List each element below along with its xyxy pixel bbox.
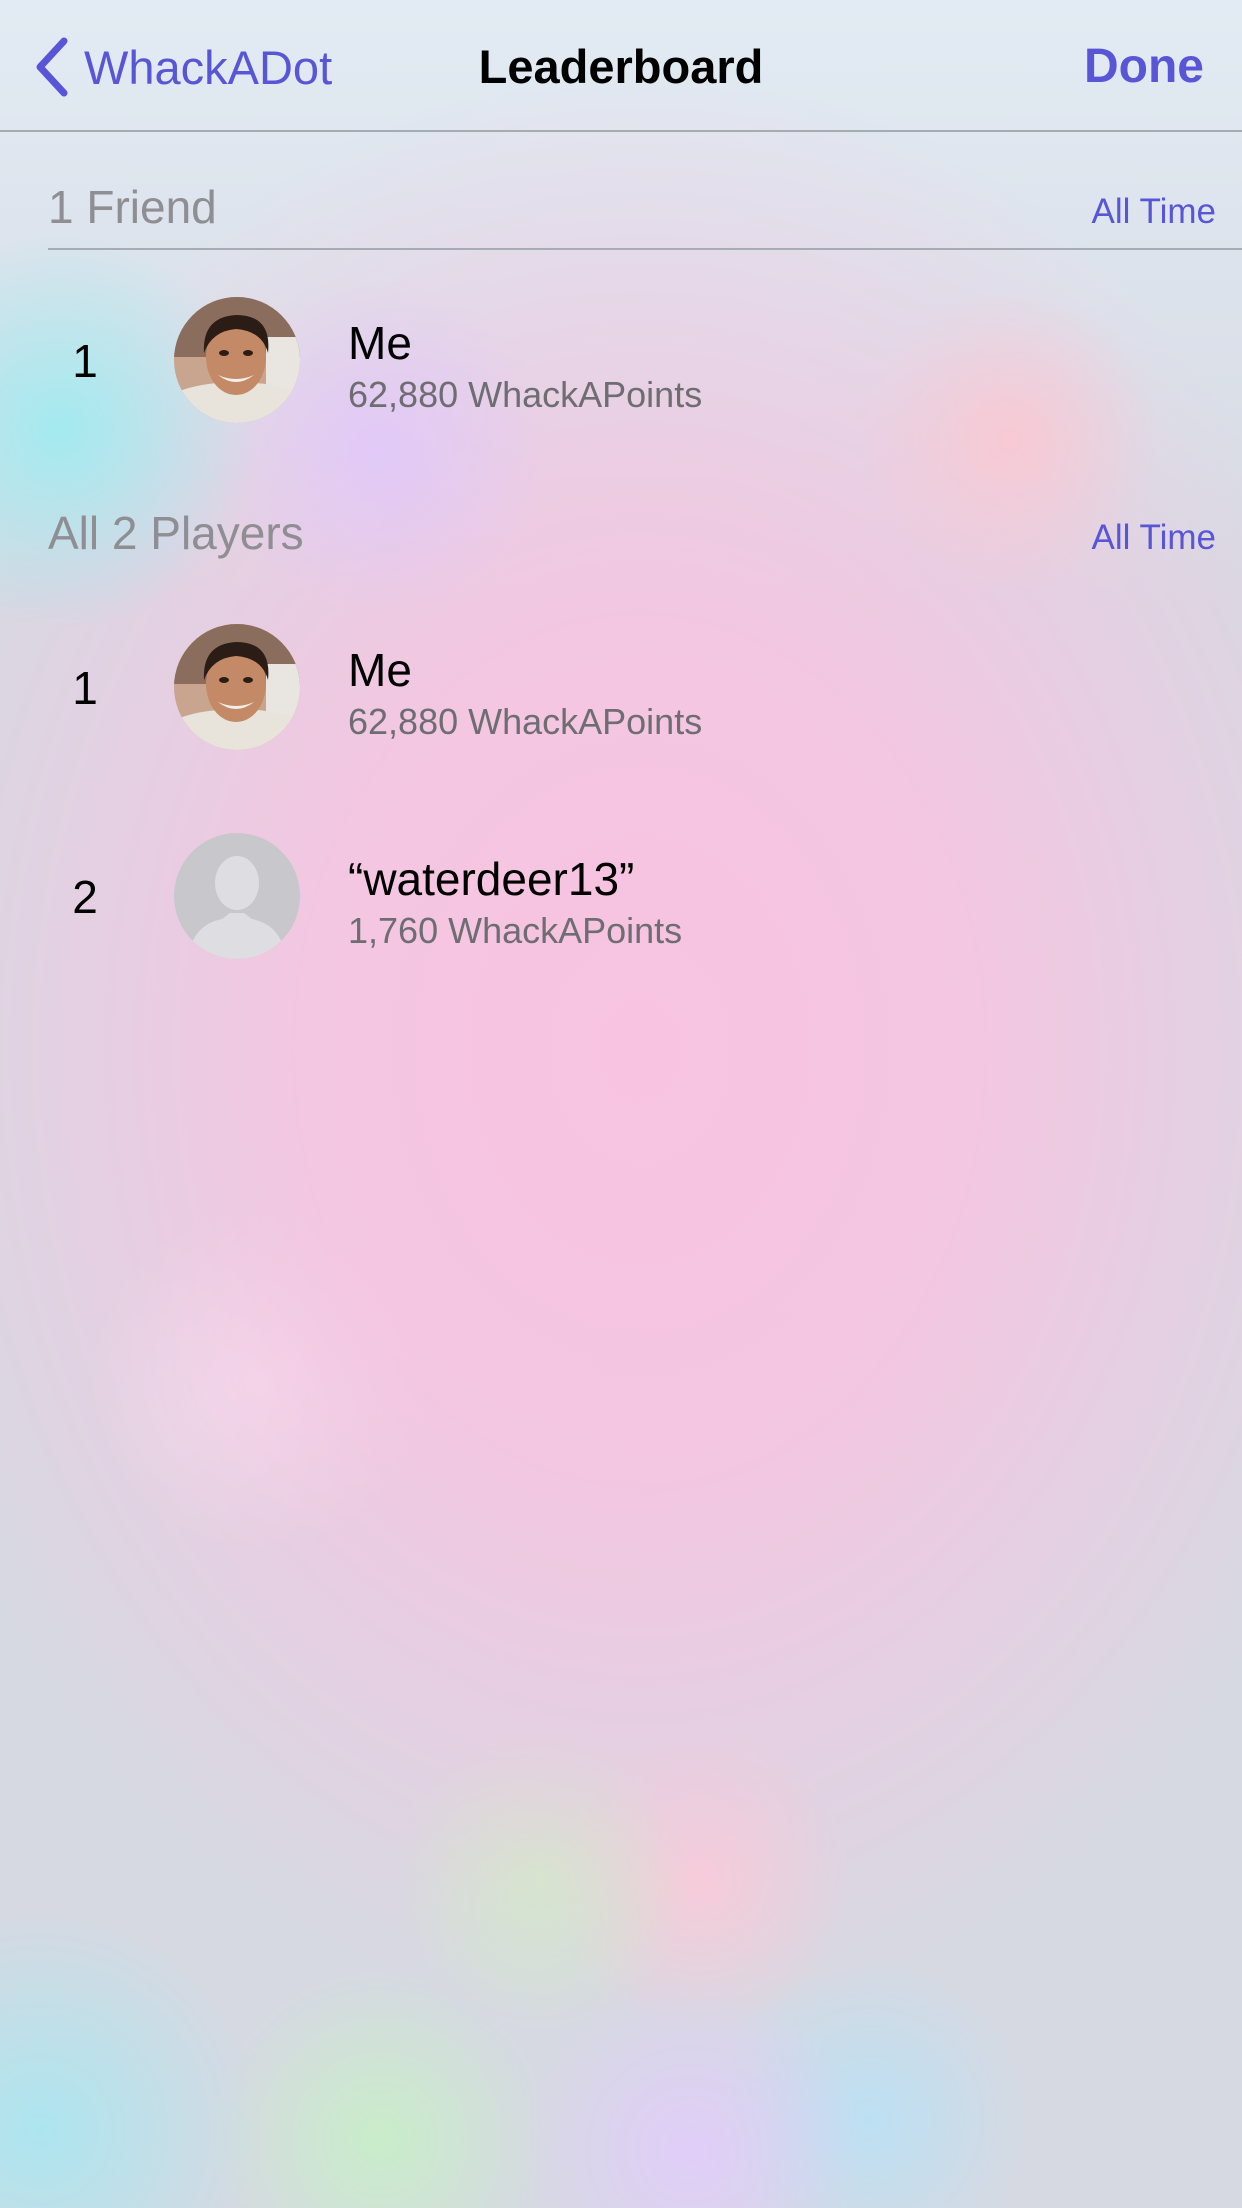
time-scope-button[interactable]: All Time [1092,518,1216,558]
player-name: Me [348,317,412,369]
rank-number: 1 [72,662,98,714]
section-header-all-players: All 2 Players All Time [48,474,1242,574]
section-title: All 2 Players [48,507,304,559]
player-score: 62,880 WhackAPoints [348,701,703,742]
leaderboard-row[interactable]: 1 Me 62,880 WhackAPoints [0,286,1242,436]
player-photo-avatar [174,297,300,423]
section-header-friends: 1 Friend All Time [48,148,1242,250]
navigation-bar: Leaderboard WhackADot Done [0,0,1242,132]
player-photo-avatar [174,624,300,750]
back-button-label: WhackADot [84,40,333,94]
leaderboard-row[interactable]: 2 “waterdeer13” 1,760 WhackAPoints [0,822,1242,972]
chevron-left-icon [34,36,70,98]
rank-number: 2 [72,871,98,923]
player-name: Me [348,644,412,696]
player-score: 1,760 WhackAPoints [348,910,683,951]
person-silhouette-icon [174,833,300,959]
player-name: “waterdeer13” [348,853,635,905]
leaderboard-row[interactable]: 1 Me 62,880 WhackAPoints [0,613,1242,763]
done-button[interactable]: Done [1084,32,1204,102]
back-button[interactable]: WhackADot [34,32,332,102]
time-scope-button[interactable]: All Time [1092,192,1216,232]
rank-number: 1 [72,335,98,387]
section-title: 1 Friend [48,181,217,233]
player-score: 62,880 WhackAPoints [348,374,703,415]
